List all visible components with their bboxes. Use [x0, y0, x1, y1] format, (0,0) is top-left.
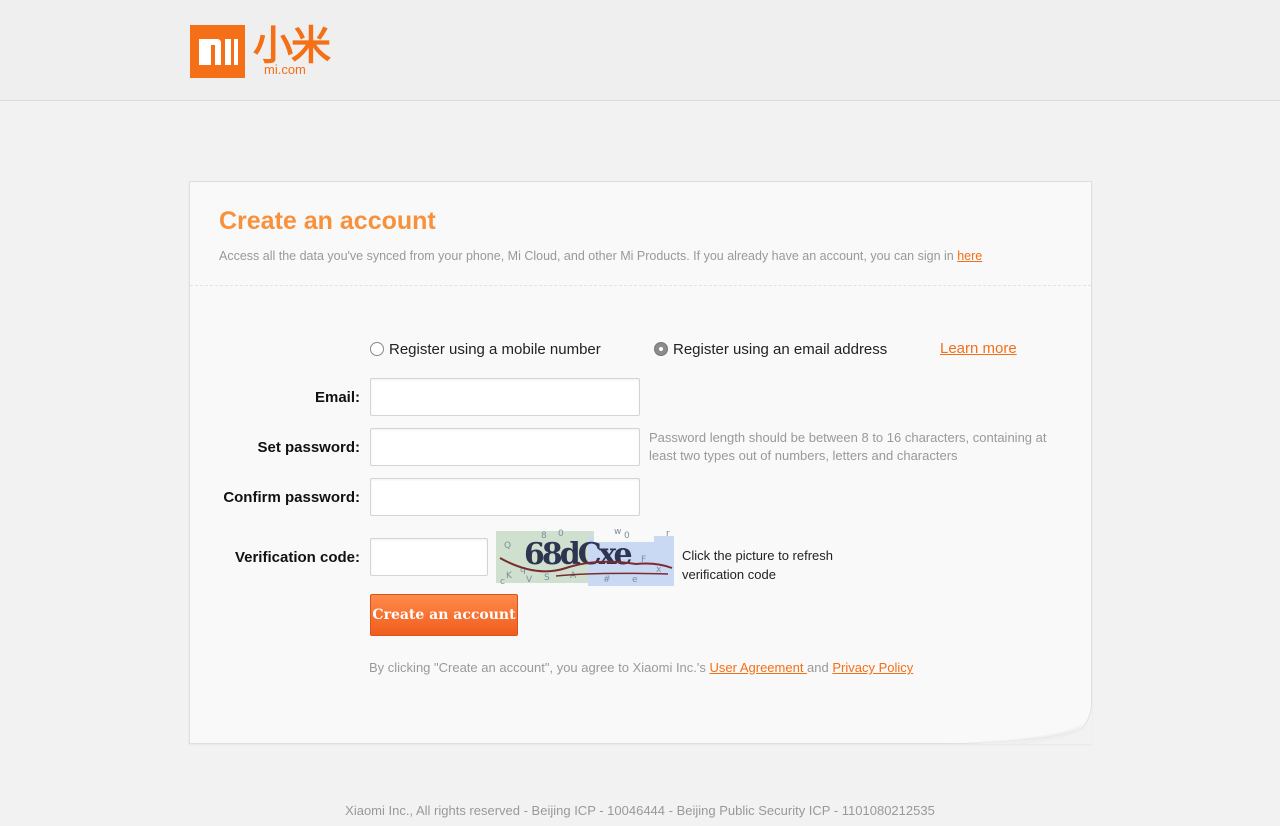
radio-label-mobile: Register using a mobile number — [389, 340, 601, 358]
create-account-button[interactable]: Create an account — [370, 594, 518, 636]
svg-text:#: # — [603, 575, 611, 585]
verification-code-field[interactable] — [370, 538, 488, 576]
mi-logo-mark — [190, 25, 245, 78]
user-agreement-link[interactable]: User Agreement — [710, 660, 808, 675]
svg-text:V: V — [526, 575, 533, 585]
agreement-and: and — [807, 660, 833, 675]
radio-label-email: Register using an email address — [673, 340, 888, 358]
page-subtitle: Access all the data you've synced from y… — [219, 248, 982, 264]
learn-more-link[interactable]: Learn more — [940, 339, 1017, 359]
svg-text:e: e — [632, 575, 638, 585]
svg-text:68dCxe: 68dCxe — [524, 537, 631, 572]
svg-text:Q: Q — [504, 541, 511, 551]
verification-code-label: Verification code: — [234, 549, 360, 566]
email-label: Email: — [314, 389, 360, 406]
svg-text:S: S — [544, 573, 550, 583]
register-card: Create an account Access all the data yo… — [189, 181, 1092, 744]
svg-text:A: A — [570, 571, 577, 581]
mi-logo[interactable]: 小米 mi.com — [190, 23, 331, 79]
password-hint: Password length should be between 8 to 1… — [649, 430, 1047, 463]
captcha-refresh-hint: Click the picture to refresh verificatio… — [682, 548, 834, 582]
logo-domain-text: mi.com — [264, 62, 306, 77]
email-field[interactable] — [370, 378, 640, 416]
agreement-prefix: By clicking "Create an account", you agr… — [369, 660, 710, 675]
svg-text:w: w — [614, 528, 621, 537]
sign-in-link[interactable]: here — [957, 249, 982, 263]
svg-text:c: c — [500, 577, 505, 586]
privacy-policy-link[interactable]: Privacy Policy — [832, 660, 913, 675]
radio-option-mobile[interactable]: Register using a mobile number — [370, 339, 601, 359]
radio-option-email[interactable]: Register using an email address — [654, 339, 887, 359]
confirm-password-label: Confirm password: — [223, 489, 360, 506]
captcha-image[interactable]: Q80 qKV SAw 0Fx # e r c 68dCxe — [496, 527, 674, 587]
page-title: Create an account — [219, 207, 436, 235]
confirm-password-field[interactable] — [370, 478, 640, 516]
footer-copyright: Xiaomi Inc., All rights reserved - Beiji… — [345, 803, 935, 818]
divider — [190, 285, 1091, 286]
subtitle-text: Access all the data you've synced from y… — [219, 249, 958, 263]
set-password-label: Set password: — [257, 439, 360, 456]
set-password-field[interactable] — [370, 428, 640, 466]
radio-button-mobile[interactable] — [370, 342, 384, 356]
svg-text:r: r — [666, 529, 670, 539]
page-curl-decoration — [942, 698, 1092, 744]
site-header: 小米 mi.com — [0, 0, 1280, 101]
radio-button-email[interactable] — [654, 342, 668, 356]
agreement-text: By clicking "Create an account", you agr… — [369, 660, 913, 676]
